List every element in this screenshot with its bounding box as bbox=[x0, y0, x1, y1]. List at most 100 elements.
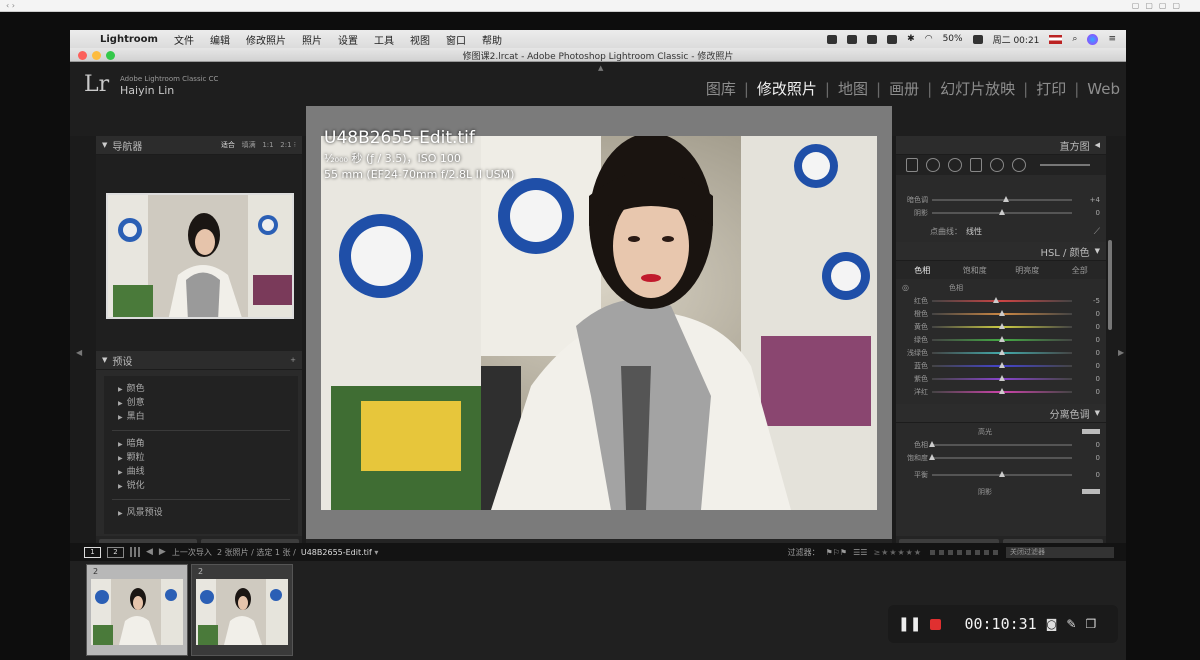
hsl-header[interactable]: HSL / 颜色 ▼ bbox=[896, 242, 1106, 261]
split-saturation-slider[interactable]: 饱和度 0 bbox=[896, 451, 1106, 464]
hsl-slider-row[interactable]: 紫色 0 bbox=[896, 372, 1106, 385]
hsl-slider-track[interactable] bbox=[932, 309, 1072, 316]
dropbox-icon[interactable] bbox=[827, 34, 838, 44]
siri-icon[interactable] bbox=[1087, 33, 1099, 45]
graduated-filter-icon[interactable] bbox=[970, 158, 982, 172]
spotlight-icon[interactable]: ⌕ bbox=[1072, 34, 1077, 44]
slider-knob[interactable] bbox=[929, 440, 935, 447]
slider-knob[interactable] bbox=[999, 335, 1005, 342]
menu-edit[interactable]: 编辑 bbox=[202, 32, 238, 47]
menu-app[interactable]: Lightroom bbox=[92, 34, 166, 45]
camera-icon[interactable]: ◙ bbox=[1046, 617, 1058, 631]
display-icon[interactable] bbox=[887, 34, 898, 44]
flag-filter-icon[interactable]: ⚑⚐⚑ bbox=[826, 548, 848, 557]
tone-slider-shadows[interactable]: 阴影 0 bbox=[896, 206, 1106, 219]
collapse-top-arrow-icon[interactable]: ▲ bbox=[598, 64, 603, 72]
menu-photo[interactable]: 照片 bbox=[294, 32, 330, 47]
preset-group-landscape[interactable]: ▶ 风景预设 bbox=[104, 506, 298, 520]
shadow-color-swatch[interactable] bbox=[1082, 489, 1100, 494]
module-web[interactable]: Web bbox=[1087, 80, 1120, 98]
highlight-color-swatch[interactable] bbox=[1082, 429, 1100, 434]
filmstrip-source[interactable]: 上一次导入 2 张照片 / 选定 1 张 / U48B2655-Edit.tif… bbox=[172, 547, 379, 558]
slider-knob[interactable] bbox=[999, 361, 1005, 368]
preset-group-grain[interactable]: ▶ 颗粒 bbox=[104, 451, 298, 465]
hsl-slider-row[interactable]: 浅绿色 0 bbox=[896, 346, 1106, 359]
second-window-button[interactable]: 2 bbox=[107, 546, 124, 558]
balance-slider[interactable]: 平衡 0 bbox=[896, 468, 1106, 481]
pause-icon[interactable]: ❚❚ bbox=[898, 616, 921, 632]
preset-group-bw[interactable]: ▶ 黑白 bbox=[104, 410, 298, 424]
filmstrip-thumbnail-selected[interactable]: 2 bbox=[86, 564, 188, 656]
preset-group-sharpen[interactable]: ▶ 锐化 bbox=[104, 479, 298, 493]
left-panel-toggle-icon[interactable]: ◀ bbox=[76, 348, 82, 357]
back-arrow-icon[interactable]: ◀ bbox=[146, 547, 153, 557]
filmstrip-thumbnail[interactable]: 2 bbox=[191, 564, 293, 656]
star-rating-filter[interactable]: ≥★★★★★ bbox=[873, 548, 922, 557]
tone-slider-darks[interactable]: 暗色调 +4 bbox=[896, 193, 1106, 206]
preset-group-curve[interactable]: ▶ 曲线 bbox=[104, 465, 298, 479]
zoom-1-1[interactable]: 1:1 bbox=[262, 141, 273, 149]
hsl-slider-row[interactable]: 洋红 0 bbox=[896, 385, 1106, 398]
preset-group-vignette[interactable]: ▶ 暗角 bbox=[104, 437, 298, 451]
split-hue-slider[interactable]: 色相 0 bbox=[896, 438, 1106, 451]
pen-icon[interactable]: ✎ bbox=[1066, 617, 1076, 631]
slider-knob[interactable] bbox=[999, 470, 1005, 477]
module-map[interactable]: 地图 bbox=[838, 78, 868, 99]
input-source-icon[interactable] bbox=[1049, 34, 1063, 44]
zoom-fit[interactable]: 适合 bbox=[221, 141, 235, 149]
module-library[interactable]: 图库 bbox=[706, 78, 736, 99]
menu-view[interactable]: 视图 bbox=[402, 32, 438, 47]
hsl-slider-row[interactable]: 橙色 0 bbox=[896, 307, 1106, 320]
hsl-slider-track[interactable] bbox=[932, 374, 1072, 381]
zoom-menu-icon[interactable]: ⁝ bbox=[294, 141, 296, 149]
tab-luminance[interactable]: 明亮度 bbox=[1001, 265, 1054, 276]
navigator-thumbnail[interactable] bbox=[106, 193, 294, 319]
sync-icon[interactable] bbox=[847, 34, 858, 44]
clock[interactable]: 周二 00:21 bbox=[993, 33, 1040, 46]
hsl-slider-row[interactable]: 黄色 0 bbox=[896, 320, 1106, 333]
keyboard-icon[interactable] bbox=[867, 34, 878, 44]
image-view[interactable]: U48B2655-Edit.tif ¹⁄₂₀₀₀ 秒 (ƒ / 3.5)，ISO… bbox=[306, 106, 892, 539]
grid-view-icon[interactable] bbox=[130, 547, 140, 557]
split-toning-header[interactable]: 分离色调 ▼ bbox=[896, 404, 1106, 423]
color-label-filter[interactable] bbox=[928, 548, 1000, 557]
notification-icon[interactable]: ≡ bbox=[1108, 34, 1116, 44]
module-develop[interactable]: 修改照片 bbox=[757, 78, 817, 99]
main-window-button[interactable]: 1 bbox=[84, 546, 101, 558]
slider-knob[interactable] bbox=[1003, 195, 1010, 202]
hsl-slider-track[interactable] bbox=[932, 387, 1072, 394]
navigator-preview[interactable] bbox=[96, 155, 302, 351]
slider-knob[interactable] bbox=[999, 322, 1005, 329]
module-print[interactable]: 打印 bbox=[1036, 78, 1066, 99]
main-photo[interactable] bbox=[321, 136, 877, 510]
tab-saturation[interactable]: 饱和度 bbox=[949, 265, 1002, 276]
point-curve-select[interactable]: 线性 bbox=[966, 226, 982, 237]
battery-icon[interactable] bbox=[972, 34, 983, 44]
spot-removal-tool-icon[interactable] bbox=[926, 158, 940, 172]
zoom-2-1[interactable]: 2:1 bbox=[280, 141, 291, 149]
zoom-fill[interactable]: 填满 bbox=[242, 141, 256, 149]
slider-knob[interactable] bbox=[993, 296, 1000, 303]
presets-header[interactable]: ▼ 预设 + bbox=[96, 351, 302, 370]
collapse-triangle-icon[interactable]: ◀ bbox=[1095, 141, 1100, 149]
adjustment-brush-icon[interactable] bbox=[1012, 158, 1026, 172]
tool-slider[interactable] bbox=[1040, 164, 1090, 166]
hsl-slider-track[interactable] bbox=[932, 335, 1072, 342]
histogram-header[interactable]: 直方图 ◀ bbox=[896, 136, 1106, 155]
menu-file[interactable]: 文件 bbox=[166, 32, 202, 47]
hsl-slider-row[interactable]: 绿色 0 bbox=[896, 333, 1106, 346]
window-icon[interactable]: ❐ bbox=[1085, 617, 1096, 631]
preset-group-creative[interactable]: ▶ 创意 bbox=[104, 396, 298, 410]
collapse-triangle-icon[interactable]: ▼ bbox=[1095, 409, 1100, 417]
menu-develop[interactable]: 修改照片 bbox=[238, 32, 294, 47]
bluetooth-icon[interactable]: ✱ bbox=[907, 34, 915, 44]
filter-preset-dropdown[interactable]: 关闭过滤器 bbox=[1006, 546, 1114, 558]
menu-tools[interactable]: 工具 bbox=[366, 32, 402, 47]
collapse-triangle-icon[interactable]: ▼ bbox=[1095, 247, 1100, 255]
point-curve-row[interactable]: 点曲线： 线性 ⟋ bbox=[896, 225, 1106, 238]
hsl-slider-track[interactable] bbox=[932, 296, 1072, 303]
hsl-slider-row[interactable]: 蓝色 0 bbox=[896, 359, 1106, 372]
navigator-header[interactable]: ▼ 导航器 适合 填满 1:1 2:1 ⁝ bbox=[96, 136, 302, 155]
target-adjust-icon[interactable]: ◎ bbox=[902, 283, 909, 292]
slider-knob[interactable] bbox=[999, 309, 1005, 316]
